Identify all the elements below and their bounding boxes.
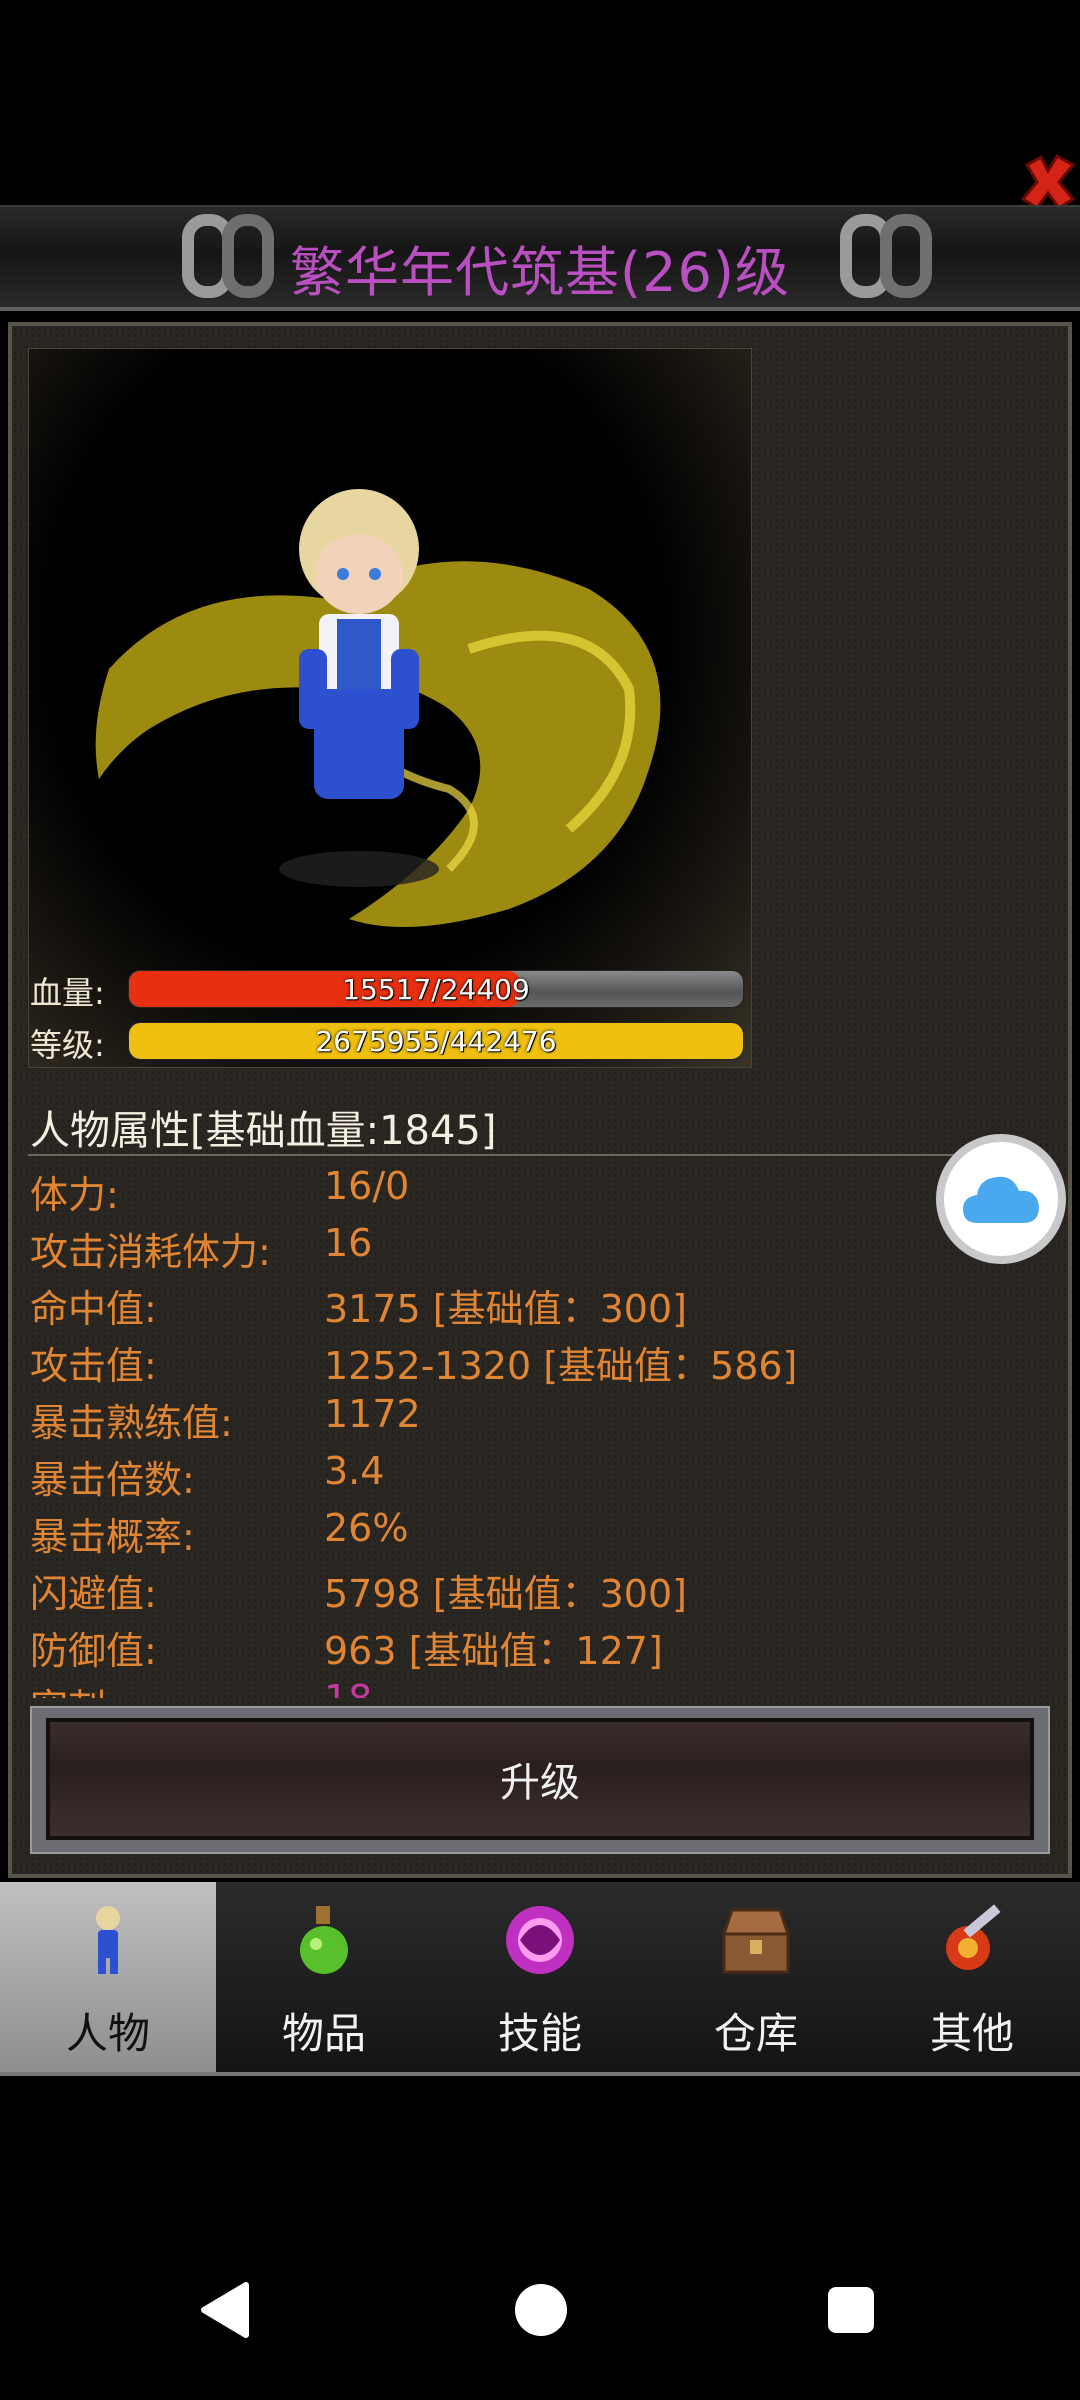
attribute-row: 暴击熟练值: 1172 <box>30 1386 930 1445</box>
close-icon <box>1020 153 1076 211</box>
cloud-icon <box>963 1176 1039 1223</box>
level-bar: 2675955/442476 <box>128 1022 744 1060</box>
skill-icon <box>506 1906 574 1974</box>
attribute-name: 体力: <box>30 1173 119 1217</box>
close-button[interactable] <box>1018 152 1078 212</box>
back-icon[interactable] <box>190 2275 260 2345</box>
attributes-list[interactable]: 体力: 16/0 攻击消耗体力: 16 命中值: 3175 [基础值：300] 攻击值: 12… <box>30 1158 930 1698</box>
tab-items[interactable]: 物品 <box>216 1882 434 2072</box>
attribute-value: 18 <box>324 1677 372 1698</box>
bottom-tab-bar: 人物 物品 技能 仓库 其他 <box>0 1882 1080 2076</box>
attribute-value: 26% <box>324 1506 409 1550</box>
attribute-row: 穿刺: 18 <box>30 1671 930 1698</box>
page-title: 繁华年代筑基(26)级 <box>290 241 790 304</box>
attribute-value: 1252-1320 [基础值：586] <box>324 1344 798 1388</box>
tab-items-label: 物品 <box>281 2009 366 2058</box>
level-label: 等级: <box>30 1026 105 1064</box>
attribute-name: 命中值: <box>30 1287 157 1331</box>
tab-character-label: 人物 <box>65 2009 150 2058</box>
attribute-value: 3175 [基础值：300] <box>324 1287 687 1331</box>
attribute-value: 3.4 <box>324 1449 385 1493</box>
level-value: 2675955/442476 <box>315 1024 557 1058</box>
attributes-title: 人物属性[基础血量:1845] <box>30 1108 497 1154</box>
attribute-row: 攻击消耗体力: 16 <box>30 1215 930 1274</box>
attribute-row: 闪避值: 5798 [基础值：300] <box>30 1557 930 1616</box>
attribute-name: 攻击消耗体力: <box>30 1230 271 1274</box>
tab-other[interactable]: 其他 <box>864 1882 1080 2072</box>
home-icon[interactable] <box>506 2275 576 2345</box>
upgrade-button[interactable]: 升级 <box>46 1718 1034 1840</box>
tab-character[interactable]: 人物 <box>0 1882 218 2072</box>
cloud-float-button[interactable] <box>936 1134 1066 1264</box>
potion-icon <box>300 1906 348 1974</box>
attribute-value: 16/0 <box>324 1164 410 1208</box>
attribute-name: 攻击值: <box>30 1344 157 1388</box>
chest-icon <box>721 1908 791 1974</box>
recents-icon[interactable] <box>816 2275 886 2345</box>
tab-warehouse[interactable]: 仓库 <box>648 1882 866 2072</box>
attribute-value: 16 <box>324 1221 373 1265</box>
attribute-row: 攻击值: 1252-1320 [基础值：586] <box>30 1329 930 1388</box>
attribute-row: 暴击倍数: 3.4 <box>30 1443 930 1502</box>
attribute-name: 防御值: <box>30 1629 157 1673</box>
divider <box>28 1154 1028 1156</box>
attribute-name: 暴击倍数: <box>30 1458 195 1502</box>
attribute-value: 963 [基础值：127] <box>324 1629 663 1673</box>
attribute-row: 体力: 16/0 <box>30 1158 930 1217</box>
hp-value: 15517/24409 <box>342 972 530 1006</box>
hp-label: 血量: <box>30 974 105 1012</box>
attribute-name: 穿刺: <box>30 1677 119 1698</box>
attribute-name: 暴击概率: <box>30 1515 195 1559</box>
attribute-row: 命中值: 3175 [基础值：300] <box>30 1272 930 1331</box>
attribute-name: 暴击熟练值: <box>30 1401 233 1445</box>
other-icon <box>946 1904 1001 1970</box>
attribute-value: 5798 [基础值：300] <box>324 1572 687 1616</box>
tab-skills-label: 技能 <box>497 2009 582 2058</box>
attribute-name: 闪避值: <box>30 1572 157 1616</box>
tab-skills[interactable]: 技能 <box>432 1882 650 2072</box>
tab-warehouse-label: 仓库 <box>713 2009 798 2058</box>
character-portrait <box>28 348 752 1068</box>
attribute-row: 防御值: 963 [基础值：127] <box>30 1614 930 1673</box>
character-icon <box>96 1906 120 1974</box>
attribute-value: 1172 <box>324 1392 421 1436</box>
tab-other-label: 其他 <box>929 2009 1014 2058</box>
character-avatar-icon <box>95 489 661 927</box>
attribute-row: 暴击概率: 26% <box>30 1500 930 1559</box>
hp-bar: 15517/24409 <box>128 970 744 1008</box>
